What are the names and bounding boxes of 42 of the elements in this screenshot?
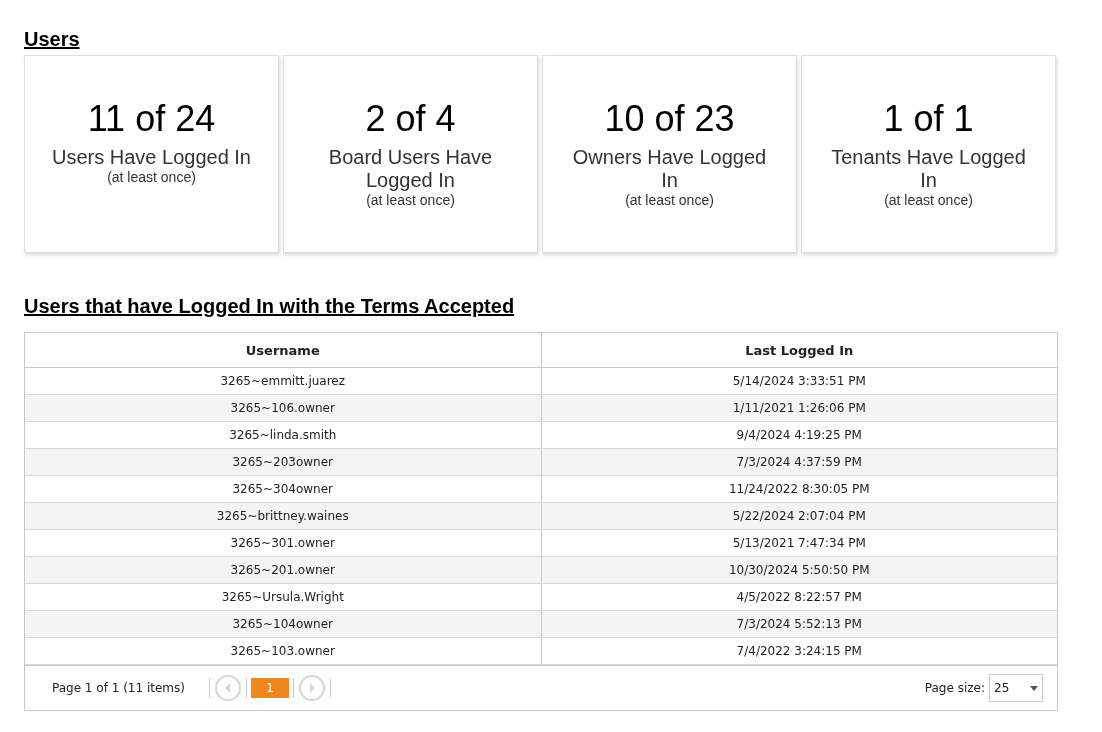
table-cell: 3265~103.owner bbox=[25, 637, 541, 665]
stat-note: (at least once) bbox=[366, 192, 455, 208]
section-heading: Users bbox=[24, 28, 80, 51]
stat-note: (at least once) bbox=[884, 192, 973, 208]
table-cell: 3265~brittney.waines bbox=[25, 502, 541, 530]
caret-icon bbox=[1030, 685, 1038, 691]
table-cell: 7/4/2022 3:24:15 PM bbox=[541, 637, 1057, 665]
pager-summary: Page 1 of 1 (11 items) bbox=[52, 681, 185, 695]
table-cell: 5/13/2021 7:47:34 PM bbox=[541, 529, 1057, 557]
table-cell: 10/30/2024 5:50:50 PM bbox=[541, 556, 1057, 584]
section-heading: Users that have Logged In with the Terms Accepted bbox=[24, 295, 515, 318]
table-cell: 9/4/2024 4:19:25 PM bbox=[541, 421, 1057, 449]
table-cell: 4/5/2022 8:22:57 PM bbox=[541, 583, 1057, 611]
page-size-label: Page size: bbox=[924, 681, 985, 695]
stat-label: Users Have Logged In bbox=[52, 146, 251, 169]
table-cell: 5/14/2024 3:33:51 PM bbox=[541, 367, 1057, 395]
table-cell: 3265~104owner bbox=[25, 610, 541, 638]
stat-label: Board Users Have Logged In bbox=[327, 146, 494, 192]
table-cell: 3265~301.owner bbox=[25, 529, 541, 557]
table-cell: 7/3/2024 5:52:13 PM bbox=[541, 610, 1057, 638]
column-header[interactable]: Last Logged In bbox=[541, 333, 1057, 368]
stat-value: 10 of 23 bbox=[604, 98, 735, 140]
table-cell: 11/24/2022 8:30:05 PM bbox=[541, 475, 1057, 503]
table-cell: 7/3/2024 4:37:59 PM bbox=[541, 448, 1057, 476]
table-cell: 3265~Ursula.Wright bbox=[25, 583, 541, 611]
stat-value: 2 of 4 bbox=[365, 98, 456, 140]
stat-note: (at least once) bbox=[625, 192, 714, 208]
table-cell: 3265~linda.smith bbox=[25, 421, 541, 449]
stat-label: Tenants Have Logged In bbox=[830, 146, 1027, 192]
table-cell: 3265~201.owner bbox=[25, 556, 541, 584]
column-header[interactable]: Username bbox=[25, 333, 541, 368]
stat-note: (at least once) bbox=[107, 169, 196, 185]
table-cell: 1/11/2021 1:26:06 PM bbox=[541, 394, 1057, 422]
stat-value: 11 of 24 bbox=[87, 98, 216, 140]
table-cell: 5/22/2024 2:07:04 PM bbox=[541, 502, 1057, 530]
table-cell: 3265~203owner bbox=[25, 448, 541, 476]
table-cell: 3265~106.owner bbox=[25, 394, 541, 422]
stat-value: 1 of 1 bbox=[883, 98, 974, 140]
table-cell: 3265~304owner bbox=[25, 475, 541, 503]
stat-label: Owners Have Logged In bbox=[571, 146, 768, 192]
table-cell: 3265~emmitt.juarez bbox=[25, 367, 541, 395]
page-size-dropdown[interactable]: 25 bbox=[989, 674, 1043, 702]
